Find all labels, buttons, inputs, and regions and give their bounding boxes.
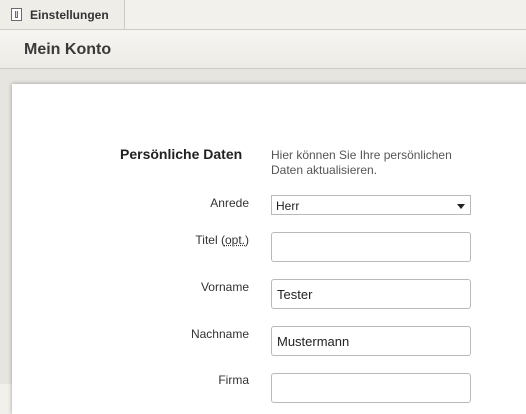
firma-input[interactable]: [271, 373, 471, 403]
titel-label-prefix: Titel (: [195, 233, 225, 247]
vorname-label: Vorname: [200, 280, 249, 294]
titel-input[interactable]: [271, 232, 471, 262]
anrede-selected-value: Herr: [276, 199, 300, 213]
anrede-select[interactable]: Herr: [271, 195, 471, 215]
section-description: Hier können Sie Ihre persönlichen Daten …: [271, 148, 452, 177]
tab-einstellungen[interactable]: Einstellungen: [0, 0, 125, 29]
titel-label: Titel (opt.): [0, 233, 249, 247]
vorname-input[interactable]: Tester: [271, 279, 471, 309]
titel-label-abbr: opt.: [224, 233, 245, 247]
tab-label: Einstellungen: [30, 7, 109, 22]
nachname-input[interactable]: Mustermann: [271, 326, 471, 356]
chevron-down-icon: [457, 204, 465, 209]
tab-bar: Einstellungen: [0, 0, 526, 30]
anrede-label: Anrede: [210, 196, 249, 210]
page-header: Mein Konto: [0, 30, 526, 69]
page-title: Mein Konto: [24, 41, 112, 58]
firma-label: Firma: [218, 373, 249, 387]
nachname-label: Nachname: [190, 327, 249, 341]
titel-label-suffix: ): [245, 233, 249, 247]
settings-tab-icon: [11, 8, 22, 21]
section-title: Persönliche Daten: [120, 146, 243, 162]
